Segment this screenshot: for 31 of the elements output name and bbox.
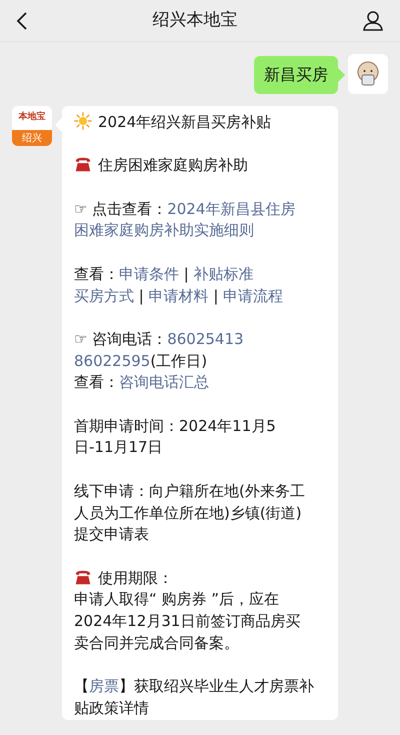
telephone-icon <box>74 568 92 586</box>
link[interactable]: 申请材料 <box>148 286 209 305</box>
message-paragraph: 首期申请时间：2024年11月5 日-11月17日 <box>74 416 277 458</box>
link[interactable]: 86025413 <box>167 330 244 348</box>
message-paragraph: 使用期限： 申请人取得“ 购房券 ”后，应在 2024年12月31日前签订商品房买 卖合同并完成合同备案。 <box>74 568 302 654</box>
link[interactable]: 86022595 <box>74 352 150 370</box>
logo-text: 本地宝 <box>18 110 46 124</box>
link[interactable]: 房票 <box>89 677 119 696</box>
link[interactable]: 申请条件 <box>119 264 179 283</box>
telephone-icon <box>74 155 92 174</box>
message-paragraph: ☞ 点击查看：2024年新昌县住房 困难家庭购房补助实施细则 <box>74 198 296 242</box>
message-paragraph: 线下申请：向户籍所在地(外来务工 人员为工作单位所在地)乡镇(街道) 提交申请表 <box>74 480 306 546</box>
link[interactable]: 申请流程 <box>223 286 284 305</box>
user-avatar[interactable] <box>348 54 388 94</box>
link[interactable]: 补贴标准 <box>194 264 254 283</box>
person-icon[interactable] <box>362 10 384 32</box>
back-icon[interactable] <box>16 10 28 30</box>
message-paragraph: 住房困难家庭购房补助 <box>74 155 326 178</box>
link[interactable]: 咨询电话汇总 <box>119 373 209 392</box>
message-paragraph: 查看：申请条件 | 补贴标准 买房方式 | 申请材料 | 申请流程 <box>74 264 284 307</box>
message-paragraph: 【房票】获取绍兴毕业生人才房票补 贴政策详情 <box>74 676 315 719</box>
message-bubble: 新昌买房 <box>254 56 338 94</box>
chat-title: 绍兴本地宝 <box>152 8 238 32</box>
message-paragraph: 2024年绍兴新昌买房补贴 <box>74 112 326 134</box>
account-avatar[interactable]: 本地宝 绍兴 <box>12 106 52 146</box>
city-badge: 绍兴 <box>12 130 52 146</box>
message-paragraph: ☞ 咨询电话：86025413 86022595(工作日) 查看：咨询电话汇总 <box>74 328 245 394</box>
link[interactable]: 买房方式 <box>74 286 134 305</box>
sun-icon <box>74 112 92 130</box>
link[interactable]: 2024年新昌县住房 <box>167 200 296 218</box>
link[interactable]: 困难家庭购房补助实施细则 <box>74 221 254 240</box>
